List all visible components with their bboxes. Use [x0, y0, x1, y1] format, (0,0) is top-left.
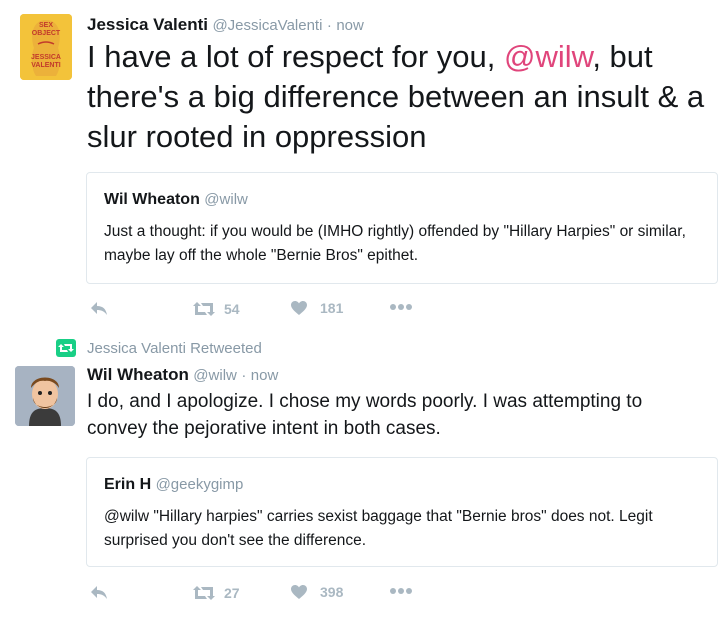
author-handle[interactable]: @wilw: [193, 367, 237, 384]
reply-button[interactable]: [90, 585, 108, 601]
like-count: 181: [320, 300, 344, 316]
quoted-text: Just a thought: if you would be (IMHO ri…: [104, 223, 686, 264]
like-button[interactable]: 181: [290, 300, 343, 316]
avatar[interactable]: SEX OBJECT JESSICA VALENTI: [20, 14, 72, 80]
retweet-button[interactable]: 27: [192, 585, 240, 601]
more-button[interactable]: [390, 303, 412, 311]
retweet-notice: Jessica Valenti Retweeted: [56, 339, 262, 357]
heart-icon: [291, 585, 307, 599]
retweet-count: 27: [224, 585, 240, 601]
timestamp[interactable]: now: [251, 367, 279, 384]
retweet-icon: [56, 339, 76, 357]
reply-button[interactable]: [90, 301, 108, 317]
tweet-text: I do, and I apologize. I chose my words …: [87, 391, 643, 439]
more-icon: [390, 588, 412, 594]
quoted-tweet[interactable]: Erin H @geekygimp @wilw "Hillary harpies…: [86, 457, 718, 567]
tweet-text: I have a lot of respect for you, @wilw, …: [87, 37, 712, 157]
author-name[interactable]: Wil Wheaton: [87, 365, 189, 384]
retweet-count: 54: [224, 301, 240, 317]
avatar[interactable]: [15, 366, 75, 426]
author-handle[interactable]: @JessicaValenti: [212, 17, 322, 34]
more-icon: [390, 304, 412, 310]
retweet-notice-label[interactable]: Jessica Valenti Retweeted: [87, 340, 262, 357]
cartoon-avatar-icon: [15, 366, 75, 426]
heart-icon: [291, 301, 307, 315]
quoted-tweet[interactable]: Wil Wheaton @wilw Just a thought: if you…: [86, 172, 718, 284]
like-count: 398: [320, 584, 344, 600]
more-button[interactable]: [390, 587, 412, 595]
mention-link[interactable]: @wilw: [504, 39, 592, 74]
like-button[interactable]: 398: [290, 584, 343, 600]
reply-icon: [91, 302, 107, 315]
quoted-author-name: Erin H: [104, 476, 152, 493]
quoted-author-handle: @wilw: [204, 191, 248, 208]
retweet-button[interactable]: 54: [192, 301, 240, 317]
tweet-header: Wil Wheaton @wilw · now: [87, 365, 278, 385]
timestamp[interactable]: now: [336, 17, 364, 34]
author-name[interactable]: Jessica Valenti: [87, 15, 208, 34]
separator: ·: [241, 367, 247, 384]
avatar-title: SEX OBJECT: [31, 22, 61, 37]
retweet-icon: [193, 302, 215, 316]
retweet-icon: [193, 586, 215, 600]
reply-icon: [91, 586, 107, 599]
avatar-author: JESSICA VALENTI: [31, 54, 61, 69]
quoted-header: Wil Wheaton @wilw: [104, 191, 248, 209]
quoted-text: @wilw "Hillary harpies" carries sexist b…: [104, 508, 653, 549]
quoted-author-handle: @geekygimp: [155, 476, 244, 493]
separator: ·: [326, 17, 332, 34]
tweet-header: Jessica Valenti @JessicaValenti · now: [87, 15, 364, 35]
quoted-author-name: Wil Wheaton: [104, 191, 200, 208]
quoted-header: Erin H @geekygimp: [104, 476, 243, 494]
tweet-text-start: I have a lot of respect for you,: [87, 39, 505, 74]
